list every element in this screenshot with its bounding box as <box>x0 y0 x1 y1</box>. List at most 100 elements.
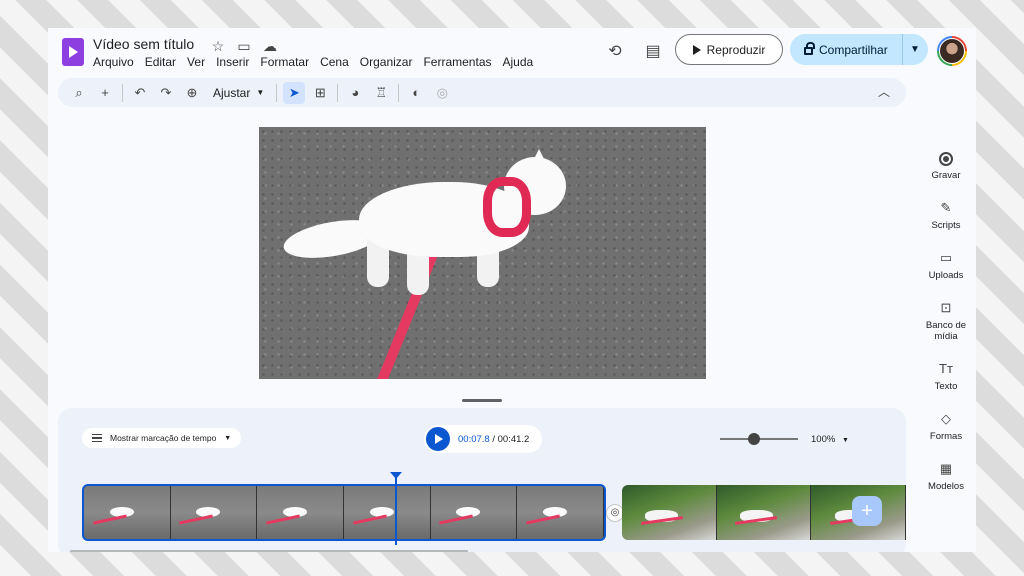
total-time: / 00:41.2 <box>489 433 530 445</box>
record-icon <box>938 152 953 166</box>
menu-formatar[interactable]: Formatar <box>260 55 309 69</box>
paint-format-icon[interactable]: ♖ <box>370 82 392 104</box>
timeline-zoom-value: 100% <box>811 434 836 445</box>
share-button-group: Compartilhar ▼ <box>790 34 928 65</box>
clip-frame <box>716 485 812 540</box>
preview-cat-harness <box>483 177 531 237</box>
toolbar-divider <box>276 83 278 102</box>
side-item-texto[interactable]: Tт Texto <box>935 360 958 392</box>
side-item-label: Banco de mídia <box>925 320 967 342</box>
document-title[interactable]: Vídeo sem título <box>93 36 194 52</box>
shapes-icon: ◇ <box>940 411 951 426</box>
menu-organizar[interactable]: Organizar <box>360 55 413 69</box>
menu-arquivo[interactable]: Arquivo <box>93 55 134 69</box>
side-item-gravar[interactable]: Gravar <box>931 150 961 181</box>
text-icon: Tт <box>939 361 953 376</box>
fill-color-icon[interactable]: ◐ <box>405 82 427 104</box>
menu-ajuda[interactable]: Ajuda <box>503 55 534 69</box>
text-box-icon[interactable]: ⊞ <box>309 82 331 104</box>
toolbar-divider <box>337 83 339 102</box>
clip-frame <box>517 486 604 539</box>
playhead[interactable] <box>395 476 397 545</box>
undo-icon[interactable]: ↶ <box>129 82 151 104</box>
preview-cat-ear <box>531 149 547 165</box>
chevron-down-icon: ▼ <box>841 437 849 444</box>
chevron-down-icon: ▼ <box>224 434 232 442</box>
toolbar-divider <box>398 83 400 102</box>
side-item-label: Scripts <box>931 220 961 231</box>
clip-frame <box>622 485 717 540</box>
clip-frame <box>84 486 171 539</box>
toolbar: ⌕ + ↶ ↷ ⊕ Ajustar ▼ ➤ ⊞ ◕ ♖ ◐ ◎ ︿ <box>58 78 906 107</box>
palette-icon[interactable]: ◕ <box>344 82 366 104</box>
move-folder-icon[interactable]: ▭ <box>234 37 254 55</box>
chevron-down-icon: ▼ <box>256 88 265 97</box>
side-item-uploads[interactable]: ▭ Uploads <box>929 249 964 281</box>
side-item-label: Uploads <box>928 270 964 281</box>
play-button-label: Reproduzir <box>706 42 766 57</box>
video-preview[interactable] <box>259 127 706 379</box>
side-item-scripts[interactable]: ✎ Scripts <box>931 199 960 231</box>
script-icon: ✎ <box>940 200 952 215</box>
clip-frame <box>257 486 345 539</box>
timeline-zoom-select[interactable]: 100% ▼ <box>811 434 849 445</box>
lock-icon <box>804 42 815 55</box>
add-icon[interactable]: + <box>94 82 116 104</box>
side-item-label: Gravar <box>931 170 961 181</box>
side-item-banco-de-midia[interactable]: ⊡ Banco de mídia <box>922 299 970 342</box>
share-button-label: Compartilhar <box>819 42 888 57</box>
cloud-status-icon[interactable]: ☁ <box>260 37 280 55</box>
comments-icon[interactable]: ▤ <box>642 41 664 63</box>
toolbar-divider <box>122 83 123 102</box>
clip-frame <box>430 486 518 539</box>
side-item-label: Modelos <box>928 481 964 492</box>
playback-control: 00:07.8 / 00:41.2 <box>424 425 542 453</box>
collapse-toolbar-icon[interactable]: ︿ <box>874 82 894 102</box>
select-pointer-icon[interactable]: ➤ <box>283 81 306 104</box>
play-icon <box>692 44 701 55</box>
star-icon[interactable]: ☆ <box>208 37 228 55</box>
avatar[interactable] <box>937 36 967 66</box>
current-time: 00:07.8 <box>458 433 490 445</box>
avatar-photo <box>939 38 965 64</box>
side-item-label: Formas <box>929 431 963 442</box>
clip-frame <box>344 486 431 539</box>
zoom-icon[interactable]: ⊕ <box>181 82 203 104</box>
share-dropdown-icon[interactable]: ▼ <box>903 44 927 55</box>
video-editor-app: Vídeo sem título ☆ ▭ ☁ Arquivo Editar Ve… <box>48 28 976 552</box>
resize-handle[interactable] <box>462 399 502 402</box>
play-button[interactable]: Reproduzir <box>675 34 783 65</box>
menu-editar[interactable]: Editar <box>145 55 176 69</box>
playhead-handle[interactable] <box>390 472 402 479</box>
side-item-modelos[interactable]: ▦ Modelos <box>928 460 964 492</box>
timeline-scrollbar[interactable] <box>70 550 468 552</box>
menu-cena[interactable]: Cena <box>320 55 349 69</box>
show-timestamps-toggle[interactable]: Mostrar marcação de tempo ▼ <box>82 428 242 448</box>
zoom-select[interactable]: Ajustar ▼ <box>207 86 270 100</box>
zoom-select-label: Ajustar <box>213 85 251 100</box>
media-library-icon: ⊡ <box>940 300 952 315</box>
redo-icon[interactable]: ↷ <box>155 82 177 104</box>
transition-icon[interactable]: ◎ <box>431 82 453 104</box>
side-item-label: Texto <box>934 381 958 392</box>
video-clip-selected[interactable] <box>82 484 606 541</box>
title-icons: ☆ ▭ ☁ <box>208 37 280 55</box>
clip-frame <box>170 486 258 539</box>
timeline-play-button[interactable] <box>426 427 450 451</box>
side-panel: Gravar ✎ Scripts ▭ Uploads ⊡ Banco de mí… <box>916 150 976 510</box>
menu-ver[interactable]: Ver <box>187 55 205 69</box>
version-history-icon[interactable]: ⟲ <box>604 41 626 63</box>
app-logo[interactable] <box>62 38 84 66</box>
menu-inserir[interactable]: Inserir <box>216 55 249 69</box>
side-item-formas[interactable]: ◇ Formas <box>930 410 962 442</box>
folder-icon: ▭ <box>939 250 953 265</box>
add-scene-button[interactable]: + <box>852 496 882 526</box>
timestamps-icon <box>92 434 102 442</box>
share-button[interactable]: Compartilhar <box>790 42 902 57</box>
search-icon[interactable]: ⌕ <box>68 82 90 104</box>
menu-ferramentas[interactable]: Ferramentas <box>423 55 491 69</box>
show-timestamps-label: Mostrar marcação de tempo <box>110 433 217 443</box>
templates-icon: ▦ <box>939 461 953 476</box>
menu-bar: Arquivo Editar Ver Inserir Formatar Cena… <box>93 55 533 69</box>
timeline-zoom-slider-knob[interactable] <box>748 433 760 445</box>
